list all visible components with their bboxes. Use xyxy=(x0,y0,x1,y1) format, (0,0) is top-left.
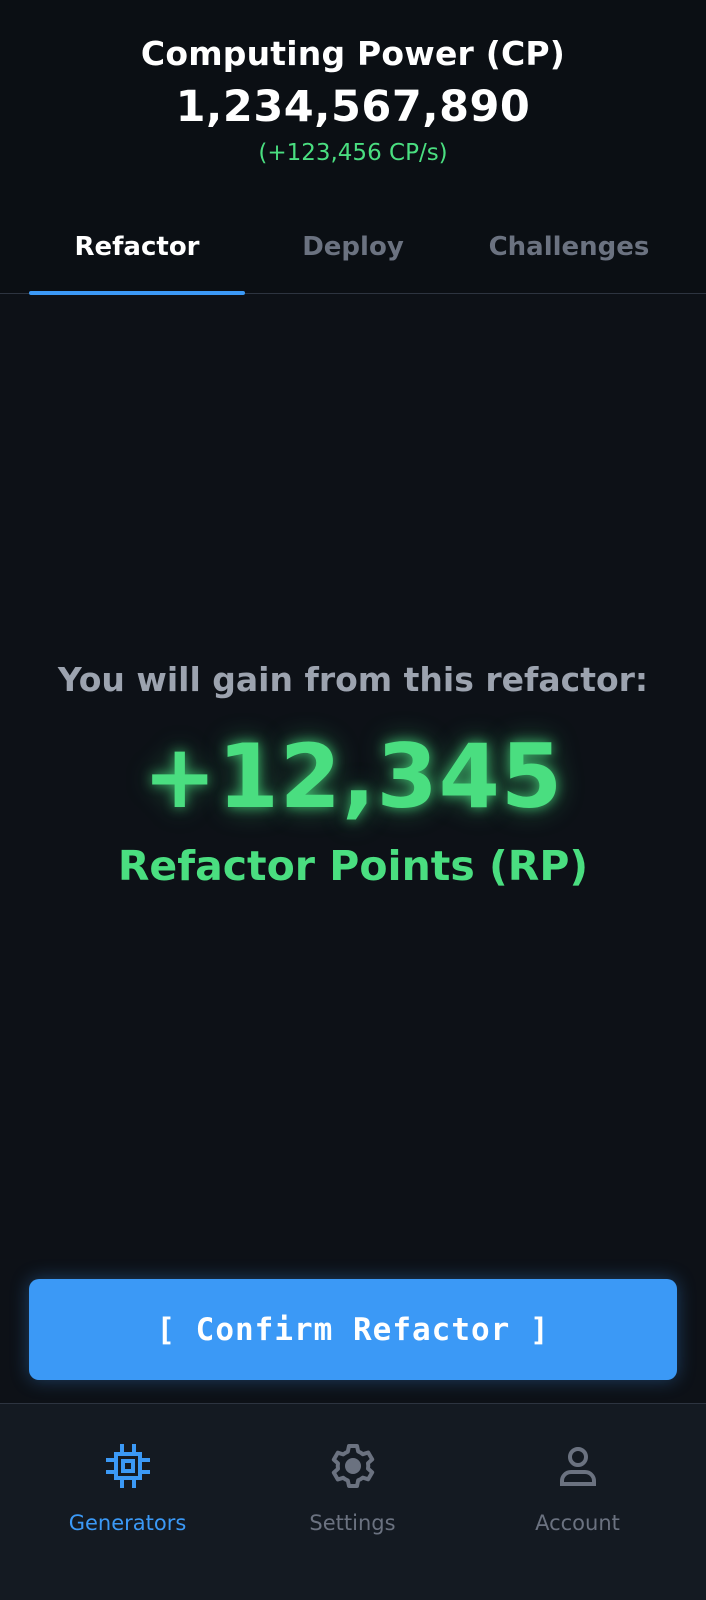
resource-title: Computing Power (CP) xyxy=(140,34,566,73)
app-header: Computing Power (CP) 1,234,567,890 (+123… xyxy=(0,0,706,200)
gear-icon xyxy=(331,1444,374,1488)
bottom-navigation: Generators Settings Account xyxy=(0,1403,706,1600)
nav-item-generators[interactable]: Generators xyxy=(10,1404,245,1599)
tab-challenges[interactable]: Challenges xyxy=(461,200,677,293)
gain-label: You will gain from this refactor: xyxy=(57,660,649,699)
nav-label-account: Account xyxy=(535,1511,620,1535)
nav-item-settings[interactable]: Settings xyxy=(235,1404,470,1599)
nav-item-account[interactable]: Account xyxy=(460,1404,695,1599)
cpu-chip-icon xyxy=(105,1444,150,1488)
user-icon xyxy=(559,1447,596,1486)
resource-value: 1,234,567,890 xyxy=(175,82,531,132)
tab-bar: Refactor Deploy Challenges xyxy=(0,200,706,295)
tab-refactor[interactable]: Refactor xyxy=(29,200,245,293)
nav-label-settings: Settings xyxy=(309,1511,396,1535)
confirm-refactor-button[interactable]: [ Confirm Refactor ] xyxy=(29,1279,677,1380)
resource-rate: (+123,456 CP/s) xyxy=(258,140,448,166)
gain-unit: Refactor Points (RP) xyxy=(117,842,589,890)
active-tab-indicator xyxy=(29,290,245,295)
gain-value: +12,345 xyxy=(142,725,564,828)
nav-label-generators: Generators xyxy=(68,1511,187,1535)
tab-deploy[interactable]: Deploy xyxy=(245,200,461,293)
